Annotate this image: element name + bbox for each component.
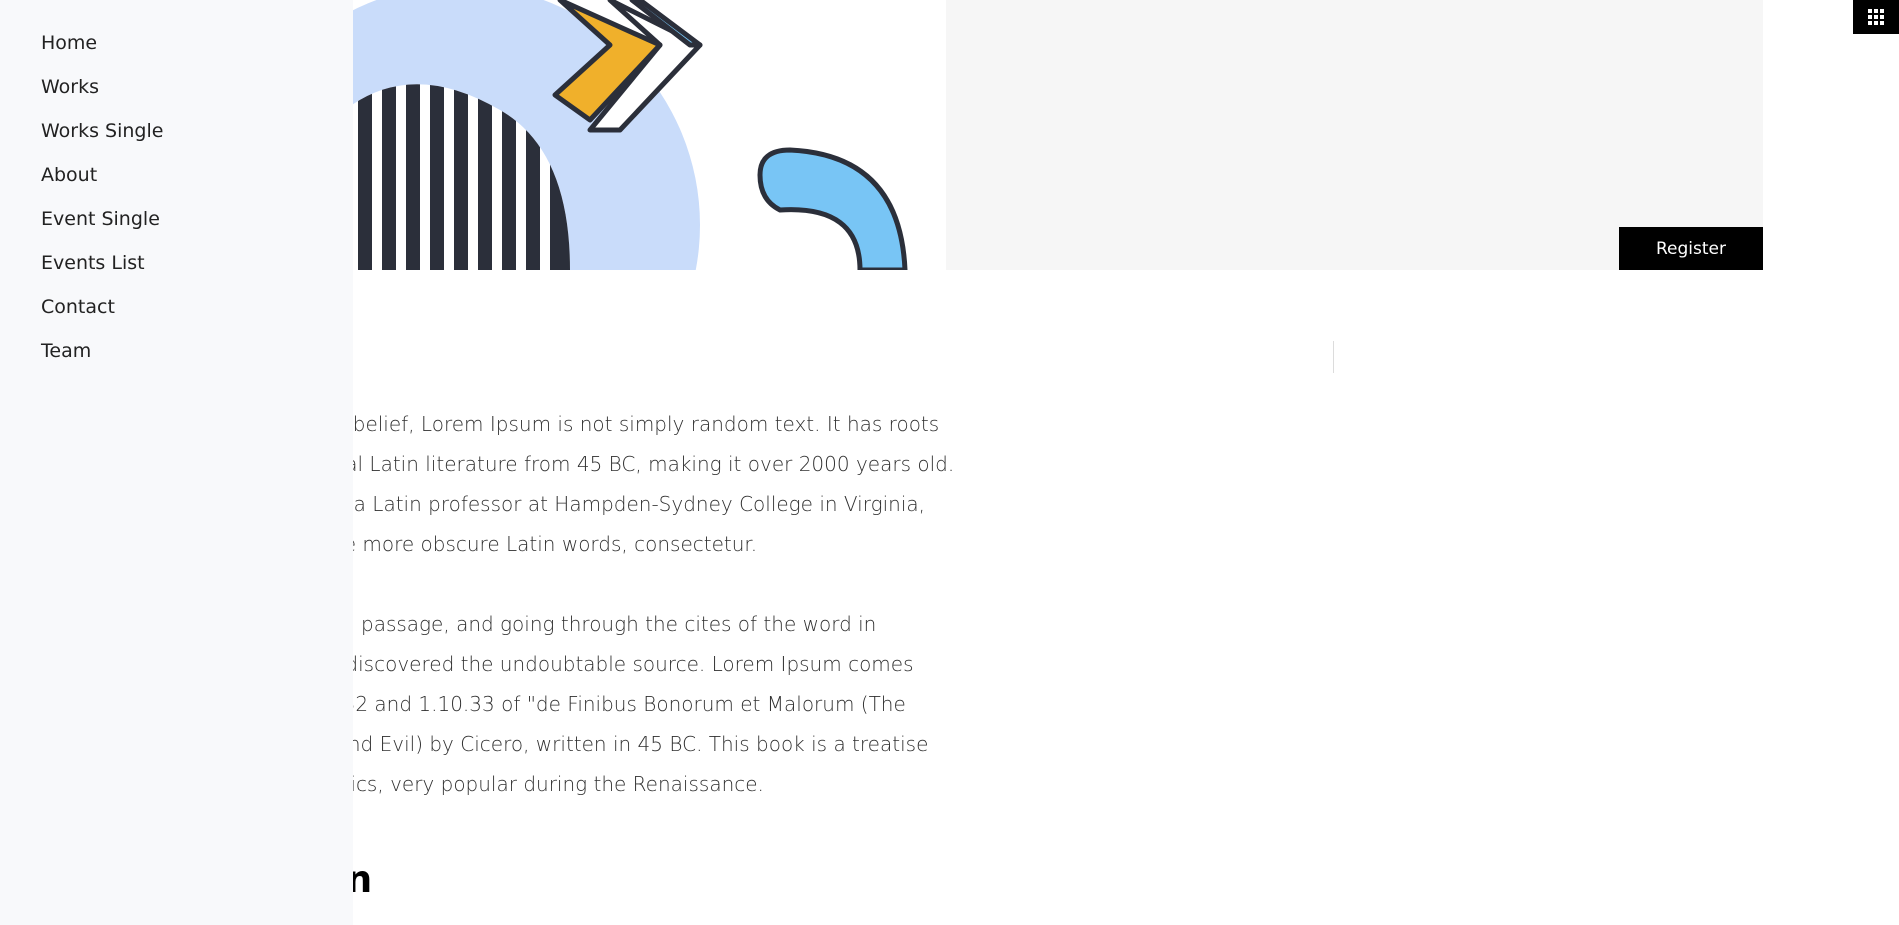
register-button[interactable]: Register <box>1619 227 1763 270</box>
grid-dot <box>1868 9 1872 13</box>
sidebar-item-team[interactable]: Team <box>41 336 163 380</box>
sidebar-menu: Home Works Works Single About Event Sing… <box>0 0 353 925</box>
grid-dot <box>1880 9 1884 13</box>
sidebar-item-event-single[interactable]: Event Single <box>41 204 163 248</box>
sidebar-item-events-list[interactable]: Events List <box>41 248 163 292</box>
sidebar-nav-list: Home Works Works Single About Event Sing… <box>41 28 163 380</box>
grid-dot <box>1868 21 1872 25</box>
sidebar-item-works-single[interactable]: Works Single <box>41 116 163 160</box>
vertical-divider <box>1333 341 1334 373</box>
grid-dot <box>1874 21 1878 25</box>
sidebar-item-home[interactable]: Home <box>41 28 163 72</box>
grid-menu-icon[interactable] <box>1853 0 1899 34</box>
page: Register Contrary to popular belief, Lor… <box>0 0 1899 925</box>
grid-dot <box>1868 15 1872 19</box>
grid-dot <box>1874 9 1878 13</box>
grid-dot <box>1874 15 1878 19</box>
grid-dot <box>1880 15 1884 19</box>
blue-arc-shape <box>757 147 908 270</box>
sidebar-item-works[interactable]: Works <box>41 72 163 116</box>
sidebar-item-contact[interactable]: Contact <box>41 292 163 336</box>
hero-info-panel: Register <box>946 0 1763 270</box>
grid-dot <box>1880 21 1884 25</box>
sidebar-item-about[interactable]: About <box>41 160 163 204</box>
